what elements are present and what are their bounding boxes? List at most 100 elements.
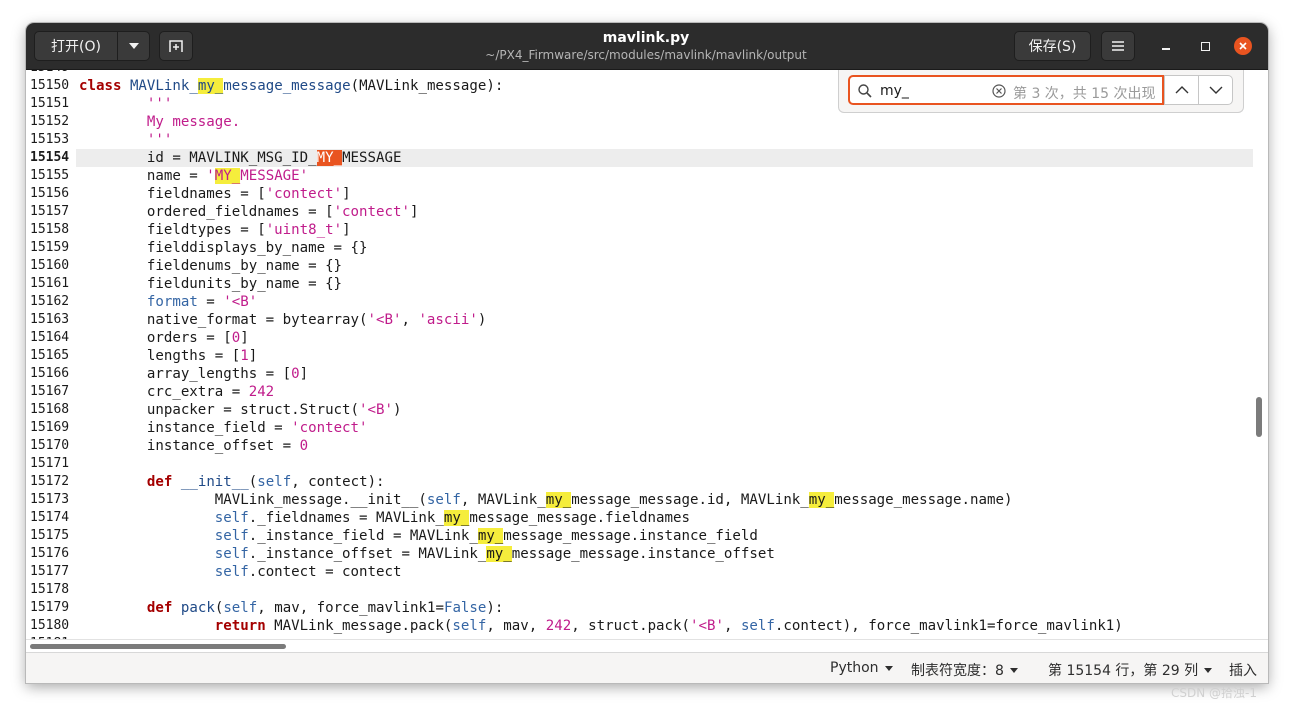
open-button[interactable]: 打开(O): [34, 31, 118, 61]
line-number: 15166: [30, 366, 70, 381]
file-path: ~/PX4_Firmware/src/modules/mavlink/mavli…: [485, 48, 807, 62]
insert-mode-indicator: 插入: [1229, 660, 1257, 680]
code-line: fieldtypes = ['uint8_t']: [79, 222, 351, 238]
search-icon: [858, 84, 872, 98]
save-button[interactable]: 保存(S): [1014, 31, 1091, 61]
line-number: 15160: [30, 258, 70, 273]
chevron-down-icon: [128, 43, 139, 49]
line-number: 15170: [30, 438, 70, 453]
line-number: 15175: [30, 528, 70, 543]
line-number: 15158: [30, 222, 70, 237]
code-line: unpacker = struct.Struct('<B'): [79, 402, 402, 418]
code-line: self._instance_offset = MAVLink_my_messa…: [214, 546, 775, 562]
line-number: 15153: [30, 132, 70, 147]
close-button[interactable]: [1234, 37, 1252, 55]
code-line: MAVLink_message.__init__(self, MAVLink_m…: [79, 492, 1013, 508]
line-number: 15179: [30, 600, 70, 615]
line-number: 15180: [30, 618, 70, 633]
code-line: format = '<B': [146, 294, 258, 310]
title-area: mavlink.py ~/PX4_Firmware/src/modules/ma…: [406, 29, 886, 63]
code-line: crc_extra = 242: [79, 384, 275, 400]
code-line: self._fieldnames = MAVLink_my_message_me…: [214, 510, 690, 526]
code-line: self._instance_field = MAVLink_my_messag…: [214, 528, 758, 544]
code-line: lengths = [1]: [79, 348, 258, 364]
close-icon: [1239, 42, 1247, 50]
code-line: def __init__(self, contect):: [146, 474, 385, 490]
clear-icon[interactable]: [992, 84, 1006, 98]
search-query: my_: [880, 83, 909, 99]
code-line: array_lengths = [0]: [79, 366, 309, 382]
line-number: 15159: [30, 240, 70, 255]
chevron-down-icon: [1209, 86, 1222, 94]
maximize-icon: [1200, 41, 1210, 51]
line-number: 15157: [30, 204, 70, 219]
line-number: 15155: [30, 168, 70, 183]
code-line: name = 'MY_MESSAGE': [79, 168, 309, 184]
code-line: id = MAVLINK_MSG_ID_MY_MESSAGE: [79, 150, 402, 166]
horizontal-scrollbar-track: [26, 639, 1268, 653]
minimize-button[interactable]: [1157, 37, 1175, 55]
hamburger-icon: [1112, 41, 1124, 51]
cursor-position-label: 第 15154 行，第 29 列: [1048, 663, 1199, 679]
language-selector[interactable]: Python: [830, 660, 893, 676]
code-line: fieldunits_by_name = {}: [79, 276, 343, 292]
code-line: orders = [0]: [79, 330, 249, 346]
code-line: ordered_fieldnames = ['contect']: [79, 204, 419, 220]
search-popup: my_ 第 3 次，共 15 次出现: [838, 70, 1244, 113]
code-text[interactable]: class MAVLink_my_message_message(MAVLink…: [79, 70, 1123, 639]
search-result-count: 第 3 次，共 15 次出现: [1013, 86, 1156, 102]
line-number: 15151: [30, 96, 70, 111]
code-line: return MAVLink_message.pack(self, mav, 2…: [214, 618, 1123, 634]
chevron-down-icon: [1204, 667, 1213, 673]
line-number: 15172: [30, 474, 70, 489]
code-line: instance_field = 'contect': [79, 420, 368, 436]
line-number: 15177: [30, 564, 70, 579]
line-number: 15149: [30, 70, 69, 77]
insert-mode-label: 插入: [1229, 663, 1257, 679]
tab-width-selector[interactable]: 制表符宽度：8: [911, 660, 1018, 680]
vertical-scrollbar[interactable]: [1256, 397, 1262, 437]
open-dropdown-button[interactable]: [117, 31, 150, 61]
search-input[interactable]: my_ 第 3 次，共 15 次出现: [848, 75, 1164, 105]
new-tab-button[interactable]: [159, 31, 193, 61]
line-number: 15173: [30, 492, 70, 507]
code-line: self.contect = contect: [214, 564, 402, 580]
line-number: 15176: [30, 546, 70, 561]
horizontal-scrollbar[interactable]: [30, 644, 286, 649]
line-number: 15156: [30, 186, 70, 201]
cursor-position-selector[interactable]: 第 15154 行，第 29 列: [1048, 660, 1213, 680]
code-line: fielddisplays_by_name = {}: [79, 240, 368, 256]
line-number: 15161: [30, 276, 70, 291]
header-bar: 打开(O) mavlink.py ~/PX4_Firmware/src/modu…: [26, 23, 1268, 70]
language-label: Python: [830, 660, 879, 676]
maximize-button[interactable]: [1196, 37, 1214, 55]
line-number-gutter: 1514915150 15151 15152 15153 15154 15155 15156…: [26, 70, 76, 639]
line-number: 15167: [30, 384, 70, 399]
line-number: 15174: [30, 510, 70, 525]
new-tab-icon: [169, 40, 183, 52]
line-number: 15162: [30, 294, 70, 309]
line-number: 15171: [30, 456, 70, 471]
editor-area[interactable]: 1514915150 15151 15152 15153 15154 15155 15156…: [26, 70, 1268, 639]
line-number: 15164: [30, 330, 70, 345]
next-match-button[interactable]: [1198, 75, 1233, 105]
chevron-down-icon: [884, 665, 893, 671]
tab-width-label: 制表符宽度：8: [911, 663, 1004, 679]
line-number: 15178: [30, 582, 70, 597]
chevron-down-icon: [1009, 667, 1018, 673]
line-number: 15165: [30, 348, 70, 363]
line-number: 15163: [30, 312, 70, 327]
line-number: 15152: [30, 114, 70, 129]
previous-match-button[interactable]: [1164, 75, 1199, 105]
chevron-up-icon: [1175, 86, 1188, 94]
menu-button[interactable]: [1101, 31, 1135, 61]
gedit-window: 打开(O) mavlink.py ~/PX4_Firmware/src/modu…: [26, 23, 1268, 683]
code-line: fieldenums_by_name = {}: [79, 258, 343, 274]
code-line: My message.: [146, 114, 241, 130]
status-bar: Python 制表符宽度：8 第 15154 行，第 29 列 插入: [26, 652, 1268, 683]
line-number: 15150: [30, 78, 70, 93]
code-line: fieldnames = ['contect']: [79, 186, 351, 202]
minimize-icon: [1162, 48, 1170, 50]
